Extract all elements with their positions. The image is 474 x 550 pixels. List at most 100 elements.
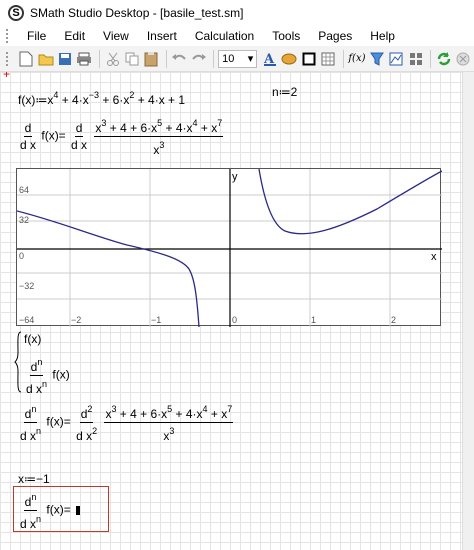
vertical-scrollbar[interactable] [462, 72, 474, 550]
exp: 7 [227, 404, 233, 414]
d-symbol: d [74, 121, 84, 137]
eq2-fx: f(x)= [41, 128, 66, 143]
eq1-exp: −3 [88, 90, 99, 100]
curve-left [17, 210, 200, 327]
color-fill-icon[interactable] [281, 49, 298, 69]
result-fraction: x3 + 4 + 6·x5 + 4·x4 + x7 x3 [94, 116, 224, 157]
font-size-select[interactable]: 10 ▾ [218, 49, 258, 68]
window-title: SMath Studio Desktop - [basile_test.sm] [30, 6, 244, 20]
second-derivative-operator: d2 d x2 [76, 402, 97, 443]
menu-pages[interactable]: Pages [309, 26, 361, 46]
x-tick-label: −2 [71, 315, 82, 325]
menu-help[interactable]: Help [361, 26, 404, 46]
dx: d x [76, 429, 93, 443]
system-item-fx[interactable]: f(x) [24, 332, 41, 346]
text-format-icon[interactable]: A [261, 49, 278, 69]
y-tick-label: −64 [19, 315, 35, 325]
result-numerator: x3 + 4 + 6·x5 + 4·x4 + x7 [104, 402, 234, 423]
exp: 3 [169, 426, 175, 436]
menu-tools[interactable]: Tools [263, 26, 309, 46]
fx: f(x) [52, 367, 70, 382]
eq1-exp: 4 [53, 90, 59, 100]
menu-calculation[interactable]: Calculation [186, 26, 263, 46]
two-exp: 2 [92, 426, 98, 436]
cut-icon[interactable] [104, 49, 121, 69]
d-symbol: dn [29, 355, 44, 376]
new-file-icon[interactable] [18, 49, 35, 69]
grid-icon[interactable] [407, 49, 424, 69]
title-bar: S SMath Studio Desktop - [basile_test.sm… [0, 0, 474, 26]
result-denominator: x3 [153, 137, 164, 157]
curve-right [258, 169, 442, 235]
border-icon[interactable] [300, 49, 317, 69]
toolbar-separator [98, 49, 100, 68]
nth-derivative-operator: dn d xn [20, 402, 41, 443]
result-fraction: x3 + 4 + 6·x5 + 4·x4 + x7 x3 [104, 402, 234, 443]
n-exp: n [37, 357, 43, 367]
exp: 3 [111, 404, 117, 414]
system-item-derivative[interactable]: dn d xn f(x) [24, 355, 70, 396]
nth-derivative-operator: dn d xn [26, 355, 47, 396]
exp: 4 [192, 118, 198, 128]
stop-icon[interactable] [455, 49, 472, 69]
term: + x [200, 121, 218, 135]
x-tick-label: 2 [391, 315, 397, 325]
nth-derivative-expression[interactable]: dn d xn f(x)= d2 d x2 x3 + 4 + 6·x5 + 4·… [18, 402, 235, 443]
result-numerator: x3 + 4 + 6·x5 + 4·x4 + x7 [94, 116, 224, 137]
print-icon[interactable] [76, 49, 93, 69]
n-exp: n [36, 426, 42, 436]
y-tick-label: 32 [19, 215, 30, 225]
menu-edit[interactable]: Edit [55, 26, 94, 46]
redo-icon[interactable] [190, 49, 207, 69]
n-definition[interactable]: n≔2 [272, 85, 297, 99]
y-tick-label: −32 [19, 281, 35, 291]
n-exp: n [42, 379, 48, 389]
eq1-exp: 2 [129, 90, 135, 100]
exp: 4 [202, 404, 208, 414]
function-definition[interactable]: f(x)≔x4 + 4·x−3 + 6·x2 + 4·x + 1 [18, 90, 185, 107]
undo-icon[interactable] [171, 49, 188, 69]
n-exp: n [31, 404, 37, 414]
x-axis-label: x [431, 251, 437, 263]
result-denominator: x3 [163, 423, 174, 443]
exp: 5 [167, 404, 173, 414]
x-tick-label: −1 [151, 315, 162, 325]
derivative-expression[interactable]: d d x f(x)= d d x x3 + 4 + 6·x5 + 4·x4 +… [18, 116, 225, 157]
x-definition[interactable]: x≔−1 [18, 472, 50, 486]
term: + 4·x [175, 407, 203, 421]
toolbar-separator [342, 49, 344, 68]
derivative-operator: d d x [71, 121, 87, 152]
derivative-operator: d d x [20, 121, 36, 152]
menu-file[interactable]: File [18, 26, 55, 46]
term: + x [210, 407, 228, 421]
term: + 4 + 6·x [119, 407, 168, 421]
copy-icon[interactable] [123, 49, 140, 69]
recalculate-icon[interactable] [435, 49, 452, 69]
function-icon[interactable]: f(x) [347, 49, 366, 69]
dx: d x [26, 382, 43, 396]
dx-symbol: d xn [26, 376, 47, 396]
n-exp: n [36, 514, 42, 524]
worksheet[interactable]: + f(x)≔x4 + 4·x−3 + 6·x2 + 4·x + 1 n≔2 d… [0, 72, 462, 550]
menu-insert[interactable]: Insert [138, 26, 186, 46]
save-icon[interactable] [56, 49, 73, 69]
eq1-lhs: f(x)≔x [18, 93, 54, 107]
dx-symbol: d xn [20, 423, 41, 443]
term: + 4 + 6·x [109, 121, 158, 135]
open-folder-icon[interactable] [37, 49, 54, 69]
menu-view[interactable]: View [94, 26, 138, 46]
table-icon[interactable] [319, 49, 336, 69]
chart-icon[interactable] [388, 49, 405, 69]
dx-symbol: d x2 [76, 423, 97, 443]
plot-canvas [17, 169, 442, 327]
fx: f(x)= [46, 502, 71, 517]
text-cursor [76, 506, 81, 515]
d-symbol: dn [23, 402, 38, 423]
two-exp: 2 [87, 404, 93, 414]
active-evaluation[interactable]: dn d xn f(x)= [18, 490, 81, 531]
paste-icon[interactable] [142, 49, 159, 69]
filter-icon[interactable] [368, 49, 385, 69]
y-tick-label: 64 [19, 185, 30, 195]
function-plot[interactable]: 64 32 0 −32 −64 −2 −1 0 1 2 y x [16, 168, 442, 327]
exp: 5 [157, 118, 163, 128]
